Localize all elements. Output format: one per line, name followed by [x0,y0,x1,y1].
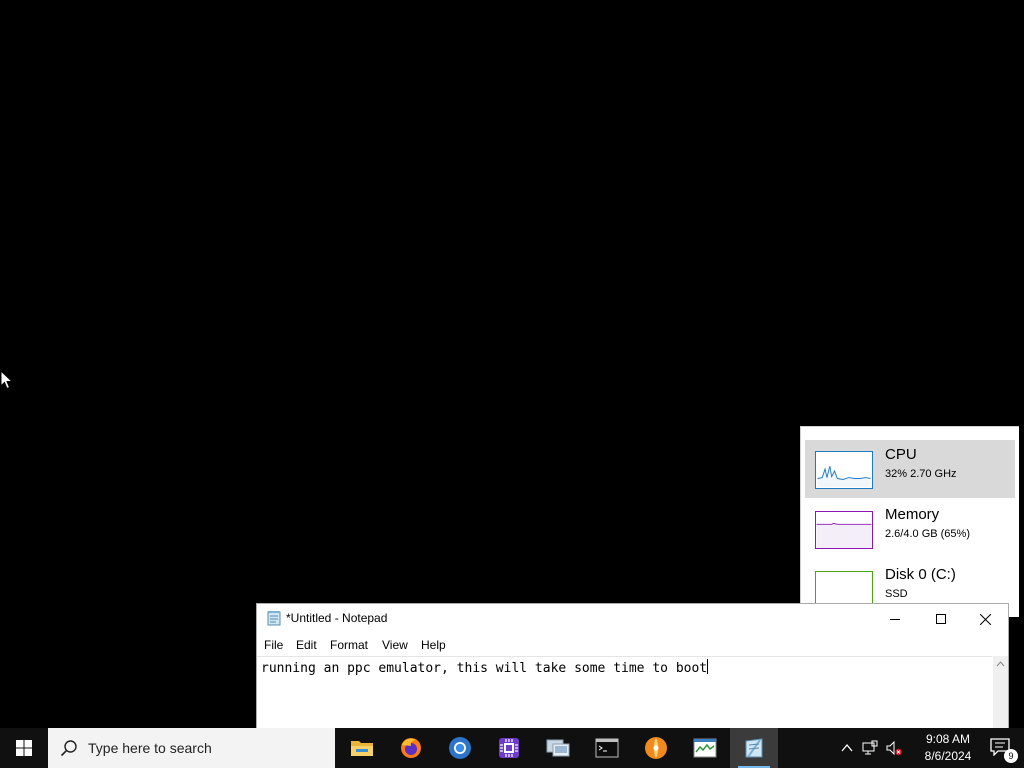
taskbar-notepad[interactable] [730,728,778,768]
chrome-icon [449,737,471,759]
mouse-cursor-icon [0,370,14,390]
vertical-scrollbar[interactable] [993,656,1008,732]
chevron-up-icon[interactable] [839,740,855,756]
notepad-window[interactable]: *Untitled - Notepad File Edit Format Vie… [256,603,1009,733]
search-box[interactable]: Type here to search [48,728,335,768]
task-manager-icon [693,738,717,758]
cpu-chip-app-icon [499,738,519,758]
disk-title: Disk 0 (C:) [885,566,956,583]
clock-date: 8/6/2024 [924,749,972,763]
memory-performance-item[interactable]: Memory 2.6/4.0 GB (65%) [805,500,1015,558]
taskbar-cpu-app[interactable] [485,728,533,768]
document-text: running an ppc emulator, this will take … [261,661,708,676]
maximize-button[interactable] [918,604,964,634]
menu-view[interactable]: View [382,638,408,652]
taskbar-task-manager[interactable] [681,728,729,768]
taskbar-remote-desktop[interactable] [534,728,582,768]
scroll-up-icon[interactable] [993,658,1008,670]
file-explorer-icon [351,741,373,756]
disk-type-text: SSD [885,588,908,600]
clock-time: 9:08 AM [925,732,971,746]
maximize-icon [936,614,946,624]
search-icon [60,740,77,757]
cpu-graph-icon [815,451,873,489]
menu-bar: File Edit Format View Help [257,634,1008,656]
notification-center-button[interactable]: 9 [990,738,1018,763]
close-icon [979,613,991,625]
taskbar-terminal[interactable] [583,728,631,768]
notification-count-badge: 9 [1004,749,1018,763]
notepad-icon [745,738,763,758]
remote-desktop-icon [546,739,570,757]
start-button[interactable] [0,728,48,768]
taskbar-firefox[interactable] [387,728,435,768]
firefox-icon [401,738,421,758]
cpu-usage-text: 32% 2.70 GHz [885,468,957,480]
taskbar: Type here to search 9:08 AM 8/6/2024 9 [0,728,1024,768]
terminal-icon [595,738,619,758]
system-tray: 9:08 AM 8/6/2024 9 [834,728,1024,768]
task-manager-performance-panel: CPU 32% 2.70 GHz Memory 2.6/4.0 GB (65%)… [800,426,1019,617]
memory-title: Memory [885,506,940,523]
search-placeholder: Type here to search [88,740,212,756]
orange-disc-app-icon [645,737,667,759]
close-button[interactable] [962,604,1008,634]
network-icon[interactable] [862,740,878,756]
cpu-performance-item[interactable]: CPU 32% 2.70 GHz [805,440,1015,498]
minimize-button[interactable] [872,604,918,634]
volume-muted-icon[interactable] [886,740,902,756]
text-editor-area[interactable]: running an ppc emulator, this will take … [257,656,992,733]
windows-logo-icon [16,740,32,756]
taskbar-chrome[interactable] [436,728,484,768]
menu-format[interactable]: Format [330,638,368,652]
cpu-title: CPU [885,446,917,463]
memory-usage-text: 2.6/4.0 GB (65%) [885,528,970,540]
menu-help[interactable]: Help [421,638,446,652]
taskbar-file-explorer[interactable] [338,728,386,768]
minimize-icon [890,619,900,620]
window-title: *Untitled - Notepad [286,611,388,625]
notepad-app-icon [267,611,281,626]
menu-file[interactable]: File [264,638,283,652]
memory-graph-icon [815,511,873,549]
clock[interactable]: 9:08 AM 8/6/2024 [918,731,978,765]
notepad-titlebar[interactable]: *Untitled - Notepad [257,604,1008,634]
menu-edit[interactable]: Edit [296,638,317,652]
text-caret [707,659,709,674]
taskbar-orange-app[interactable] [632,728,680,768]
